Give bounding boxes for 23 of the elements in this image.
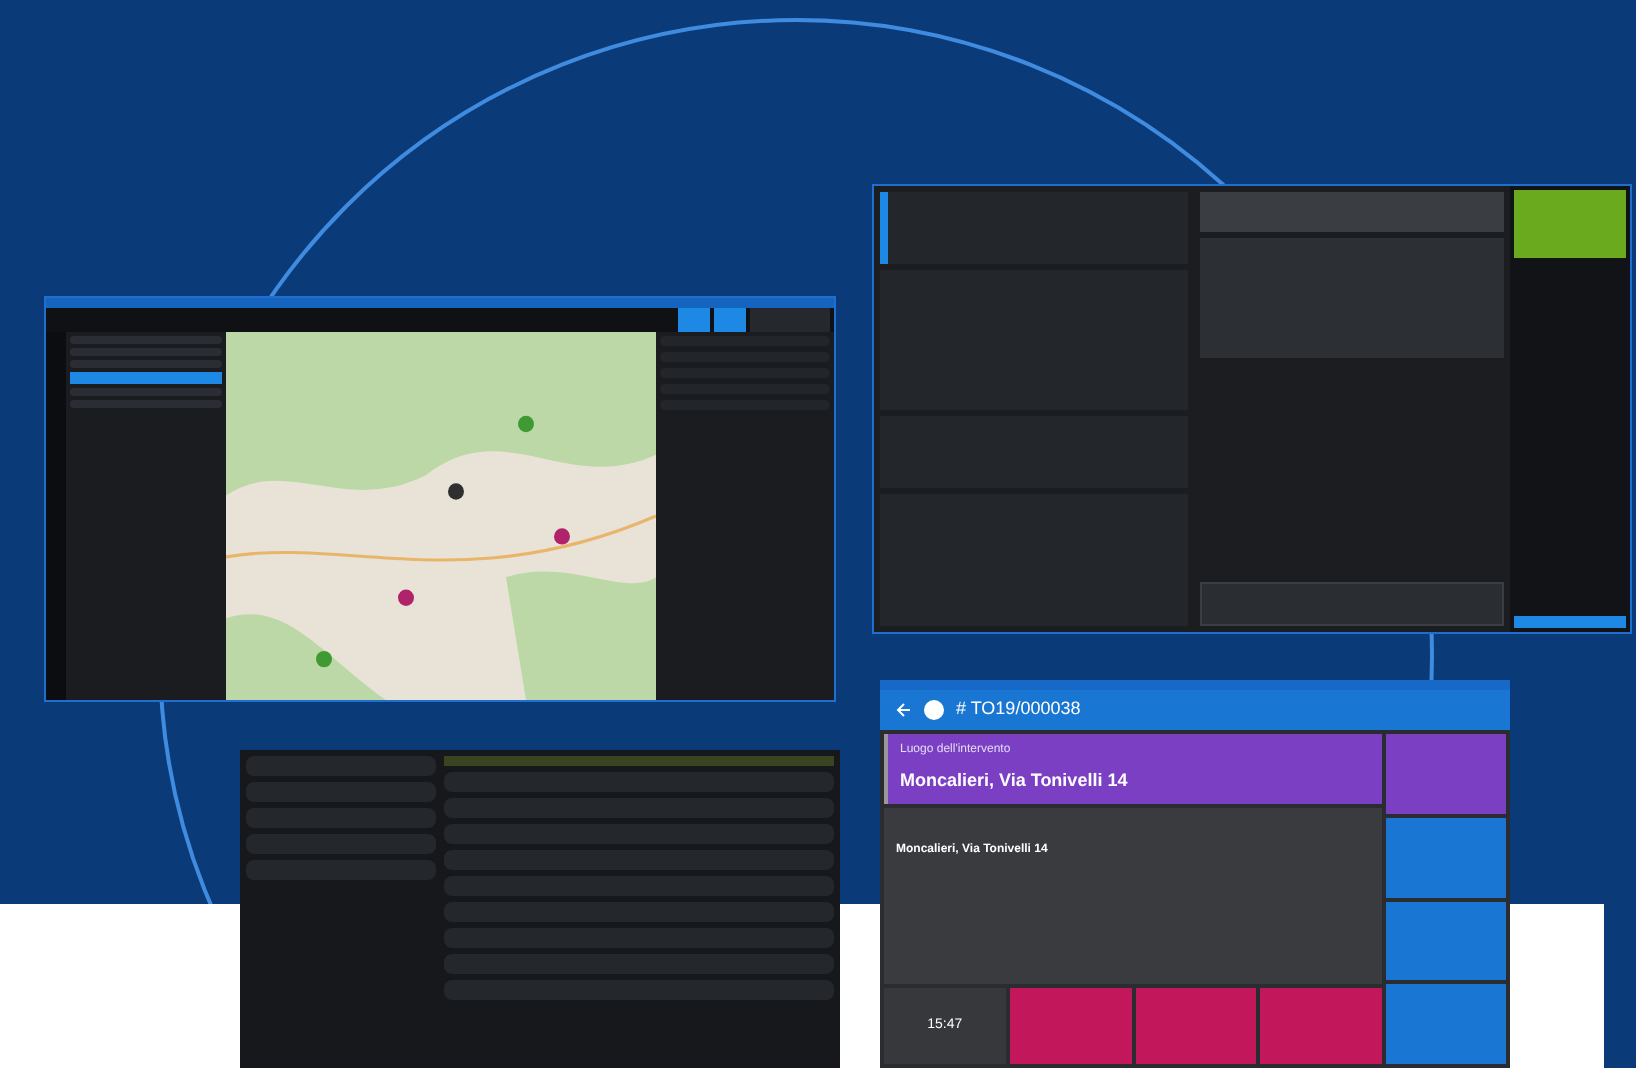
logo-icon (924, 700, 944, 720)
status-tile[interactable] (1514, 190, 1626, 258)
selected-item[interactable] (70, 372, 222, 384)
action-tile[interactable] (1009, 988, 1131, 1064)
toolbar-button[interactable] (750, 308, 830, 332)
action-tile[interactable] (1386, 901, 1506, 981)
action-tile[interactable] (1135, 988, 1257, 1064)
action-tile[interactable] (1386, 734, 1506, 814)
toolbar-button[interactable] (678, 308, 710, 332)
map-marker[interactable] (518, 415, 534, 433)
toolbar-button[interactable] (714, 308, 746, 332)
back-icon[interactable] (896, 702, 912, 718)
location-address: Moncalieri, Via Tonivelli 14 (900, 768, 1130, 794)
ticket-number: # TO19/000038 (956, 696, 1081, 723)
map-marker[interactable] (398, 589, 414, 606)
map-marker[interactable] (316, 650, 332, 668)
message-field[interactable] (1200, 582, 1504, 626)
action-tile[interactable] (1260, 988, 1382, 1064)
map-marker[interactable] (448, 483, 464, 500)
action-bar[interactable] (1514, 616, 1626, 628)
action-tile[interactable] (1386, 817, 1506, 897)
action-tile[interactable] (1386, 984, 1506, 1064)
map-marker[interactable] (554, 528, 570, 545)
